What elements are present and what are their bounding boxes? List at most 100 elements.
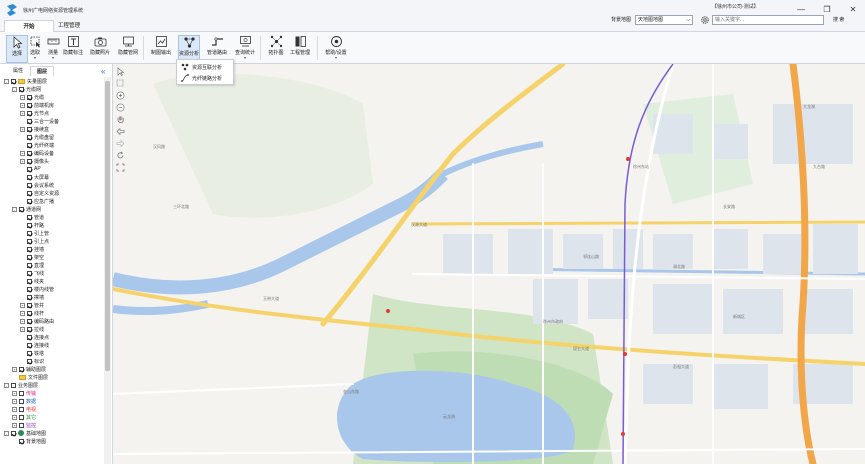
layer-tree-row[interactable]: - 矢量图层 xyxy=(4,77,47,85)
layer-checkbox[interactable] xyxy=(19,390,24,396)
layer-checkbox[interactable] xyxy=(27,318,32,324)
collapse-node-icon[interactable]: - xyxy=(12,206,17,212)
layer-tree-row[interactable]: + 接续盒 xyxy=(20,125,49,133)
layer-checkbox[interactable] xyxy=(27,94,32,100)
layer-checkbox[interactable] xyxy=(27,158,32,164)
collapse-node-icon[interactable]: - xyxy=(4,430,9,436)
layer-checkbox[interactable] xyxy=(27,326,32,332)
layer-tree-row[interactable]: 铁塔 xyxy=(20,349,44,357)
collapse-node-icon[interactable]: - xyxy=(4,382,9,388)
tab-project-management[interactable]: 工程管理 xyxy=(56,20,82,32)
layer-tree-row[interactable]: + 摄像头 xyxy=(20,157,49,165)
menu-item-resource-interconnect[interactable]: 资源互联分析 xyxy=(181,62,222,72)
layer-tree-row[interactable]: + 其它 xyxy=(12,413,36,421)
layer-checkbox[interactable] xyxy=(27,102,32,108)
query-stats-button[interactable]: 查询统计 ▾ xyxy=(234,35,256,63)
layer-checkbox[interactable] xyxy=(27,230,32,236)
layer-tree-row[interactable]: + 编码路由 xyxy=(20,317,54,325)
layer-checkbox[interactable] xyxy=(27,182,32,188)
layer-tree-row[interactable]: 连接点 xyxy=(20,333,49,341)
expand-node-icon[interactable]: + xyxy=(20,158,25,164)
layer-tree-row[interactable]: + 光节点 xyxy=(20,109,49,117)
layer-checkbox[interactable] xyxy=(19,438,24,444)
layer-checkbox[interactable] xyxy=(19,398,24,404)
map-pick-tool[interactable] xyxy=(116,79,125,88)
layer-checkbox[interactable] xyxy=(27,166,32,172)
layer-checkbox[interactable] xyxy=(27,174,32,180)
layer-checkbox[interactable] xyxy=(27,246,32,252)
layer-tree-row[interactable]: - 光缆网 xyxy=(12,85,41,93)
layer-checkbox[interactable] xyxy=(19,414,24,420)
layer-checkbox[interactable] xyxy=(19,206,24,212)
zoom-out-button[interactable] xyxy=(116,103,125,112)
layer-checkbox[interactable] xyxy=(11,382,16,388)
collapse-node-icon[interactable]: - xyxy=(4,78,9,84)
basemap-select[interactable]: 天地图地图 ⌵ xyxy=(635,15,693,25)
search-button[interactable]: 搜 索 xyxy=(833,16,844,23)
layer-checkbox[interactable] xyxy=(27,286,32,292)
layer-tree-row[interactable]: + 监控 xyxy=(12,421,36,429)
layer-checkbox[interactable] xyxy=(27,238,32,244)
layer-tree-row[interactable]: 架空 xyxy=(20,253,44,261)
expand-node-icon[interactable]: + xyxy=(20,110,25,116)
layer-tree-row[interactable]: 背景地图 xyxy=(12,437,46,445)
layer-checkbox[interactable] xyxy=(27,342,32,348)
expand-node-icon[interactable]: + xyxy=(12,422,17,428)
layer-tree-row[interactable]: + 管井 xyxy=(20,301,44,309)
layer-tree-row[interactable]: 管道 xyxy=(20,213,44,221)
minimize-button[interactable]: — xyxy=(795,4,807,15)
layer-checkbox[interactable] xyxy=(19,86,24,92)
topology-button[interactable]: 拓扑图 xyxy=(265,35,287,63)
layer-checkbox[interactable] xyxy=(27,270,32,276)
expand-node-icon[interactable]: + xyxy=(12,398,17,404)
layer-checkbox[interactable] xyxy=(27,358,32,364)
layer-tree-row[interactable]: + 辅助图层 xyxy=(12,365,46,373)
layer-tree-scrollbar[interactable] xyxy=(104,77,111,464)
layer-tree-row[interactable]: 光缆盘留 xyxy=(20,133,54,141)
expand-node-icon[interactable]: + xyxy=(12,366,17,372)
layer-checkbox[interactable] xyxy=(19,366,24,372)
layer-checkbox[interactable] xyxy=(27,214,32,220)
layer-checkbox[interactable] xyxy=(27,254,32,260)
layer-tree-row[interactable]: - 通道网 xyxy=(12,205,41,213)
expand-node-icon[interactable]: + xyxy=(20,310,25,316)
layer-tree-row[interactable]: 引上管 xyxy=(20,229,49,237)
layer-tree-row[interactable]: + 线杆 xyxy=(20,309,44,317)
layer-tree-row[interactable]: - 基础地图 xyxy=(4,429,46,437)
hide-network-button[interactable]: 隐藏管网 xyxy=(117,35,139,63)
expand-node-icon[interactable]: + xyxy=(20,302,25,308)
expand-node-icon[interactable]: + xyxy=(20,318,25,324)
layer-checkbox[interactable] xyxy=(11,430,16,436)
layer-checkbox[interactable] xyxy=(19,406,24,412)
layer-checkbox[interactable] xyxy=(27,350,32,356)
layer-checkbox[interactable] xyxy=(27,126,32,132)
layer-tree-row[interactable]: 飞线 xyxy=(20,269,44,277)
restore-button[interactable]: ❐ xyxy=(821,4,833,15)
search-input[interactable] xyxy=(712,15,824,25)
layer-tree-row[interactable]: + 拉线 xyxy=(20,325,44,333)
menu-item-fiber-link[interactable]: 光纤链路分析 xyxy=(181,73,222,83)
expand-node-icon[interactable]: + xyxy=(20,94,25,100)
refresh-button[interactable] xyxy=(116,151,125,160)
layer-checkbox[interactable] xyxy=(27,302,32,308)
zoom-in-button[interactable] xyxy=(116,91,125,100)
layer-tree-row[interactable]: + 编码设备 xyxy=(20,149,54,157)
expand-node-icon[interactable]: + xyxy=(20,150,25,156)
collapse-panel-icon[interactable]: « xyxy=(101,68,105,76)
layer-tree-row[interactable]: + 电视 xyxy=(12,405,36,413)
layer-tree-row[interactable]: 应急广播 xyxy=(20,197,54,205)
expand-node-icon[interactable]: + xyxy=(20,326,25,332)
tab-layers[interactable]: 图层 xyxy=(30,66,54,76)
scrollbar-thumb[interactable] xyxy=(105,81,110,371)
tab-home[interactable]: 开始 xyxy=(4,20,54,32)
hide-photos-button[interactable]: 隐藏照片 xyxy=(89,35,111,63)
layer-checkbox[interactable] xyxy=(27,150,32,156)
layer-tree-row[interactable]: + 传输 xyxy=(12,389,36,397)
expand-node-icon[interactable]: + xyxy=(12,390,17,396)
layer-tree-row[interactable]: 大屏幕 xyxy=(20,173,49,181)
pan-button[interactable] xyxy=(116,115,125,124)
layer-checkbox[interactable] xyxy=(27,190,32,196)
layer-tree-row[interactable]: 引上点 xyxy=(20,237,49,245)
help-settings-button[interactable]: 帮助/设置 ▾ xyxy=(325,35,347,63)
layer-checkbox[interactable] xyxy=(27,262,32,268)
